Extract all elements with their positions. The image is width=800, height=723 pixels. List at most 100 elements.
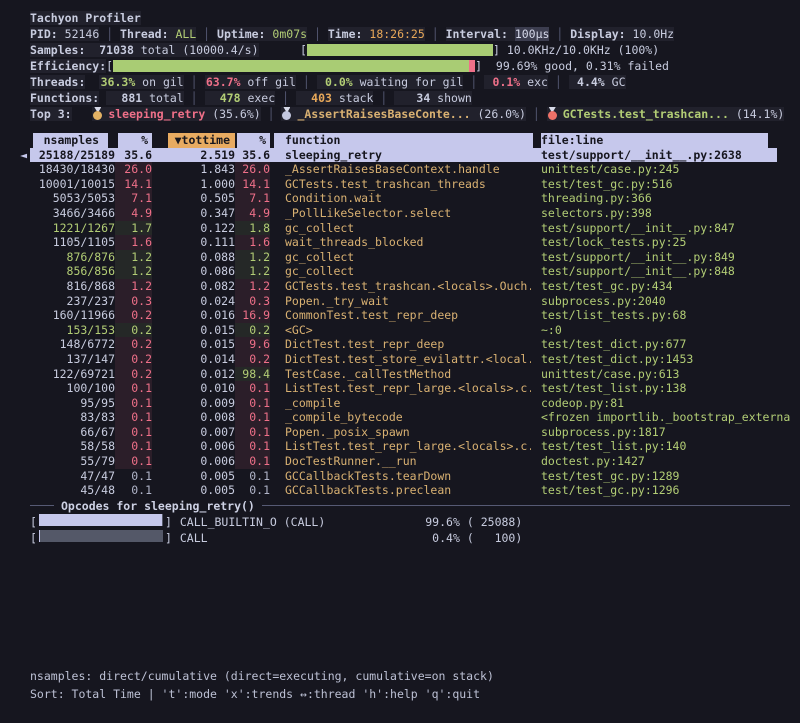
table-row[interactable]: 856/8561.20.0861.2gc_collecttest/support… (0, 264, 800, 279)
cell-tottime: 0.015 (152, 323, 235, 338)
table-row[interactable]: 876/8761.20.0881.2gc_collecttest/support… (0, 250, 800, 265)
cell-pct-cumulative: 26.0 (235, 162, 270, 177)
row-gutter (0, 235, 30, 250)
table-row[interactable]: 153/1530.20.0150.2<GC>~:0 (0, 323, 800, 338)
table-row[interactable]: 237/2370.30.0240.3Popen._try_waitsubproc… (0, 294, 800, 309)
cell-file-line: subprocess.py:2040 (541, 294, 800, 309)
info-value: 100µs (515, 27, 550, 41)
cell-pct-direct: 0.1 (115, 396, 152, 411)
cell-pct-direct: 0.1 (115, 483, 152, 498)
table-row[interactable]: 137/1470.20.0140.2DictTest.test_store_ev… (0, 352, 800, 367)
cell-tottime: 0.005 (152, 469, 235, 484)
column-header-pct-cumulative[interactable]: % (237, 133, 270, 148)
table-row[interactable]: 10001/1001514.11.00014.1GCTests.test_tra… (0, 177, 800, 192)
cell-file-line: unittest/case.py:245 (541, 162, 800, 177)
separator: │ (296, 75, 317, 89)
table-row[interactable]: 18430/1843026.01.84326.0_AssertRaisesBas… (0, 162, 800, 177)
cell-file-line: test/support/__init__.py:847 (541, 221, 800, 236)
table-row[interactable]: 160/119660.20.01616.9CommonTest.test_rep… (0, 308, 800, 323)
table-row[interactable]: 5053/50537.10.5057.1Condition.waitthread… (0, 191, 800, 206)
samples-bar-close: ] (493, 43, 507, 57)
cell-nsamples: 58/58 (30, 439, 115, 454)
cell-tottime: 0.005 (152, 483, 235, 498)
cell-function-name: Condition.wait (285, 191, 531, 206)
top3-entry[interactable]: _AssertRaisesBaseConte... (26.0%) (281, 107, 526, 121)
separator: │ (526, 107, 547, 121)
cell-tottime: 0.007 (152, 425, 235, 440)
column-header-function[interactable]: function (274, 133, 533, 148)
row-gutter (0, 483, 30, 498)
functions-label: Functions: (30, 91, 99, 105)
info-segment: Thread: ALL (120, 27, 196, 41)
table-row[interactable]: 100/1000.10.0100.1ListTest.test_repr_lar… (0, 381, 800, 396)
cell-nsamples: 122/69721 (30, 367, 115, 382)
cell-file-line: unittest/case.py:613 (541, 367, 800, 382)
top3-function-name: GCTests.test_trashcan... (563, 107, 729, 121)
table-row[interactable]: 1105/11051.60.1111.6wait_threads_blocked… (0, 235, 800, 250)
column-header-pct-direct[interactable]: % (118, 133, 152, 148)
row-gutter (0, 294, 30, 309)
row-gutter (0, 191, 30, 206)
gold-medal-icon (92, 107, 103, 120)
cell-nsamples: 47/47 (30, 469, 115, 484)
cell-pct-direct: 0.1 (115, 410, 152, 425)
cell-function-name: _compile (285, 396, 531, 411)
samples-label: Samples: (30, 43, 85, 57)
table-row[interactable]: 1221/12671.70.1221.8gc_collecttest/suppo… (0, 221, 800, 236)
opcode-name: CALL (172, 530, 412, 546)
cell-file-line: test/support/__init__.py:2638 (541, 148, 800, 163)
cell-nsamples: 856/856 (30, 264, 115, 279)
cell-nsamples: 95/95 (30, 396, 115, 411)
cell-pct-direct: 0.2 (115, 323, 152, 338)
table-row[interactable]: 55/790.10.0060.1DocTestRunner.__rundocte… (0, 454, 800, 469)
cell-tottime: 0.008 (152, 410, 235, 425)
cell-file-line: selectors.py:398 (541, 206, 800, 221)
table-row-selected[interactable]: ◄25188/2518935.62.51935.6sleeping_retryt… (0, 148, 800, 163)
efficiency-bar-close: ] (475, 59, 496, 73)
table-row[interactable]: 816/8681.20.0821.2GCTests.test_trashcan.… (0, 279, 800, 294)
table-row[interactable]: 95/950.10.0090.1_compilecodeop.py:81 (0, 396, 800, 411)
table-row[interactable]: 122/697210.20.01298.4TestCase._callTestM… (0, 367, 800, 382)
samples-rate: 10.0KHz/10.0KHz (100%) (507, 43, 659, 57)
table-row[interactable]: 148/67720.20.0159.6DictTest.test_repr_de… (0, 337, 800, 352)
top3-entry[interactable]: sleeping_retry (35.6%) (92, 107, 260, 121)
cell-pct-cumulative: 1.8 (235, 221, 270, 236)
column-header-file-line[interactable]: file:line (541, 133, 768, 148)
footer-help: nsamples: direct/cumulative (direct=exec… (0, 668, 800, 702)
cell-function-name: DictTest.test_repr_deep (285, 337, 531, 352)
cell-nsamples: 1105/1105 (30, 235, 115, 250)
table-row[interactable]: 66/670.10.0070.1Popen._posix_spawnsubpro… (0, 425, 800, 440)
opcode-percentage: 99.6% (412, 514, 460, 530)
threads-pct: 36.3% (99, 74, 135, 90)
threads-segment: 36.3% on gil (99, 75, 183, 89)
table-row[interactable]: 83/830.10.0080.1_compile_bytecode<frozen… (0, 410, 800, 425)
efficiency-bar (113, 60, 475, 72)
row-gutter (0, 177, 30, 192)
info-segment: Time: 18:26:25 (328, 27, 425, 41)
samples-bar-open: [ (259, 43, 307, 57)
separator: │ (99, 27, 120, 41)
threads-pct: 0.0% (317, 74, 353, 90)
cell-pct-cumulative: 9.6 (235, 337, 270, 352)
column-header-nsamples[interactable]: nsamples (33, 133, 108, 148)
functions-segment: 34 shown (394, 91, 472, 105)
app-title-line: Tachyon Profiler (0, 10, 800, 26)
cell-tottime: 0.082 (152, 279, 235, 294)
top3-entry[interactable]: GCTests.test_trashcan... (14.1%) (547, 107, 785, 121)
cell-tottime: 0.016 (152, 308, 235, 323)
table-row[interactable]: 3466/34664.90.3474.9_PollLikeSelector.se… (0, 206, 800, 221)
efficiency-label: Efficiency: (30, 59, 106, 73)
opcode-usage-bar (39, 530, 163, 542)
info-value: 52146 (65, 27, 100, 41)
cell-nsamples: 55/79 (30, 454, 115, 469)
separator: │ (548, 75, 569, 89)
table-row[interactable]: 58/580.10.0060.1ListTest.test_repr_large… (0, 439, 800, 454)
table-row[interactable]: 47/470.10.0050.1GCCallbackTests.tearDown… (0, 469, 800, 484)
cell-nsamples: 876/876 (30, 250, 115, 265)
column-header-tottime-sorted[interactable]: ▼tottime (168, 133, 235, 148)
cell-tottime: 0.086 (152, 264, 235, 279)
cell-function-name: gc_collect (285, 264, 531, 279)
cell-pct-cumulative: 0.1 (235, 425, 270, 440)
info-segment: PID: 52146 (30, 27, 99, 41)
table-row[interactable]: 45/480.10.0050.1GCCallbackTests.preclean… (0, 483, 800, 498)
